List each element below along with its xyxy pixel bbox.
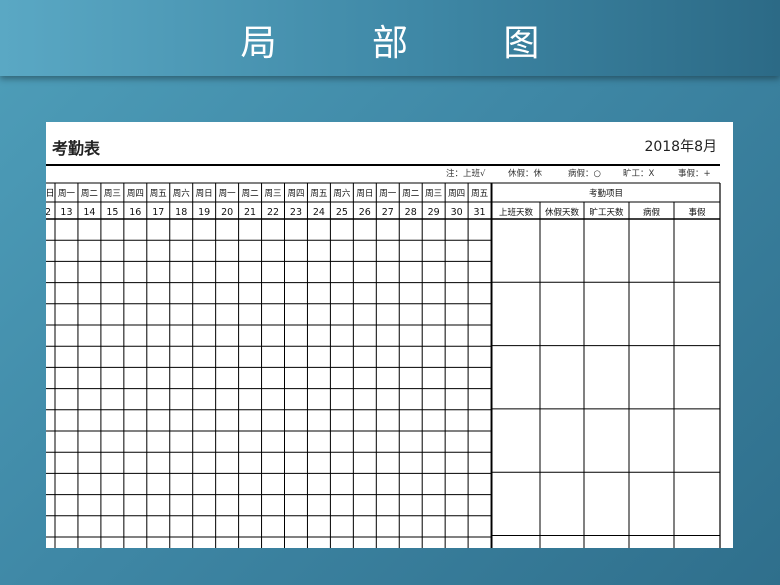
- day-number-label: 23: [290, 207, 302, 218]
- day-number-label: 30: [451, 207, 463, 218]
- summary-column-label: 事假: [688, 207, 706, 218]
- attendance-grid: 日2周一 周二 周三 周四 周五 周六 周日 周一 周二 周三 周四 周五 周六 周日 周一 周二 周三 周四 周五…: [46, 182, 721, 548]
- day-number-label: 14: [83, 207, 95, 218]
- weekday-label: 周五: [471, 189, 489, 199]
- day-number-label: 19: [198, 207, 210, 218]
- summary-header-label: 考勤项目: [589, 188, 623, 199]
- day-number-label: 28: [405, 207, 417, 218]
- day-number-label: 31: [474, 207, 486, 218]
- weekday-label: 周二: [81, 189, 99, 199]
- weekday-label: 周三: [265, 189, 282, 199]
- day-number-label: 26: [359, 207, 371, 218]
- day-number-label: 13: [60, 207, 72, 218]
- summary-column-label: 上班天数: [499, 207, 534, 218]
- weekday-label: 周一: [379, 189, 397, 199]
- summary-column-label: 病假: [643, 207, 661, 218]
- summary-column-label: 旷工天数: [589, 207, 624, 218]
- day-number-label: 22: [267, 207, 279, 218]
- weekday-label: 周五: [150, 189, 168, 199]
- weekday-label: 周四: [127, 189, 144, 199]
- day-number-label: 16: [129, 207, 141, 218]
- day-number-label: 24: [313, 207, 325, 218]
- weekday-label: 周五: [310, 189, 328, 199]
- day-number-label: 21: [244, 207, 256, 218]
- weekday-label: 周二: [402, 189, 420, 199]
- weekday-label: 周日: [196, 189, 213, 199]
- day-number-label: 17: [152, 207, 164, 218]
- weekday-label: 周一: [219, 189, 237, 199]
- day-number-label: 27: [382, 207, 394, 218]
- weekday-label: 周三: [425, 189, 442, 199]
- weekday-label: 周一: [58, 189, 76, 199]
- day-number-label: 25: [336, 207, 348, 218]
- day-number-label: 29: [428, 207, 440, 218]
- weekday-label: 周三: [104, 189, 121, 199]
- day-number-label: 15: [106, 207, 118, 218]
- weekday-label: 周二: [242, 189, 260, 199]
- day-number-label: 18: [175, 207, 187, 218]
- weekday-label: 周六: [173, 188, 191, 199]
- title-bar: 局 部 图: [0, 0, 780, 76]
- weekday-label: 周日: [356, 189, 373, 199]
- weekday-label: 周四: [287, 189, 304, 199]
- attendance-sheet: 考勤表 2018年8月 注：上班√ 休假：休 病假：○ 旷工：X 事假：+ 日2…: [46, 122, 733, 548]
- weekday-label: 周六: [333, 188, 351, 199]
- partial-weekday-label: 日: [46, 188, 55, 199]
- weekday-label: 周四: [448, 189, 465, 199]
- page-title: 局 部 图: [240, 23, 582, 64]
- summary-column-label: 休假天数: [545, 207, 580, 218]
- partial-day-label: 2: [46, 207, 51, 218]
- day-number-label: 20: [221, 207, 233, 218]
